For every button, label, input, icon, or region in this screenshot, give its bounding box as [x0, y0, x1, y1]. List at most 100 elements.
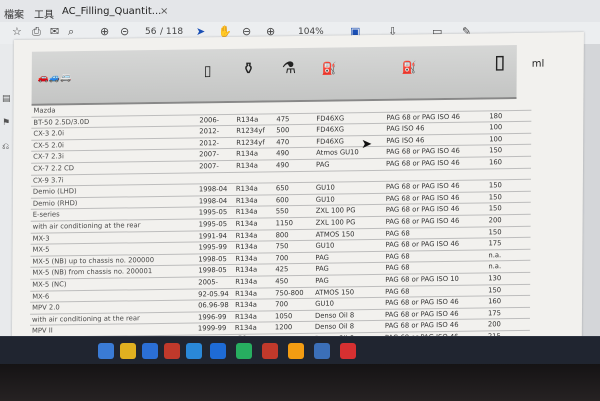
table-cell-qty: 490 [276, 161, 290, 170]
table-cell-qty: 600 [275, 195, 289, 205]
table-cell-model: CX-7 2.2 CD [33, 164, 75, 173]
table-cell-qty: 650 [275, 184, 289, 193]
print-icon[interactable]: ⎙ [32, 25, 41, 39]
table-cell-oil: PAG [315, 264, 329, 274]
table-cell-oil: GU10 [315, 299, 335, 308]
table-cell-ml: 100 [489, 123, 503, 132]
table-cell-ml: 175 [487, 308, 502, 318]
menu-tools[interactable]: 工具 [34, 6, 54, 21]
menu-bar: 檔案 工具 AC_Filling_Quantit... × [0, 0, 600, 22]
page-current[interactable]: 56 [145, 27, 156, 37]
table-cell-ref: R134a [234, 312, 257, 321]
table-cell-year: 2007- [199, 150, 219, 159]
table-cell-oil: GU10 [315, 241, 335, 250]
mail-icon[interactable]: ✉ [50, 25, 59, 38]
select-cursor-icon[interactable]: ➤ [196, 25, 205, 38]
table-cell-qty: 800 [275, 230, 289, 239]
table-cell-ref: R134a [236, 161, 258, 170]
taskbar-folder-icon[interactable] [120, 343, 136, 359]
table-cell-year: 1996-99 [198, 312, 227, 322]
table-cell-oil2: PAG 68 or PAG ISO 46 [385, 205, 460, 215]
table-cell-oil2: PAG ISO 46 [386, 136, 425, 145]
page-up-icon[interactable]: ⊕ [100, 25, 109, 38]
table-cell-year: 1998-04 [198, 196, 228, 206]
taskbar-app-icon[interactable] [164, 343, 180, 359]
taskbar-app-icon[interactable] [142, 343, 158, 359]
table-cell-ml: 150 [488, 204, 502, 213]
table-cell-ref: R134a [234, 323, 257, 333]
table-cell-oil: GU10 [315, 195, 335, 204]
table-cell-model: MX-5 (NB) from chassis no. 200001 [32, 267, 153, 278]
table-cell-oil2: PAG 68 or PAG ISO 46 [385, 297, 459, 307]
table-cell-oil2: PAG ISO 46 [386, 124, 425, 133]
bookmarks-icon[interactable]: ⚑ [2, 118, 10, 128]
attachments-icon[interactable]: ⎌ [2, 142, 9, 152]
table-cell-oil2: PAG 68 or PAG ISO 46 [385, 181, 460, 191]
table-cell-oil2: PAG 68 or PAG ISO 46 [384, 309, 459, 319]
table-cell-oil: ZXL 100 PG [315, 206, 356, 216]
table-cell-oil: FD46XG [316, 125, 345, 134]
page-down-icon[interactable]: ⊝ [120, 25, 129, 38]
table-cell-model: MX-3 [32, 234, 50, 243]
table-cell-oil: ATMOS 150 [315, 287, 355, 297]
taskbar-app-icon[interactable] [98, 343, 114, 359]
taskbar-app-icon[interactable] [288, 343, 304, 359]
taskbar-app-icon[interactable] [210, 343, 226, 359]
table-cell-model: Demio (LHD) [32, 187, 77, 196]
table-cell-ml: 180 [489, 111, 503, 120]
search-icon[interactable]: ⌕ [68, 25, 74, 39]
table-cell-qty: 700 [275, 300, 289, 309]
table-cell-model: CX-5 2.0i [33, 141, 64, 150]
table-cell-year: 1995-99 [198, 243, 227, 252]
table-cell-year: 2012- [199, 138, 220, 148]
table-cell-ref: R134a [235, 254, 258, 263]
table-cell-year: 2012- [199, 127, 220, 136]
ml-label: ml [531, 58, 545, 70]
table-cell-model: MX-5 (NB) up to chassis no. 200000 [32, 255, 155, 266]
table-cell-model: E-series [32, 210, 60, 220]
taskbar-app-icon[interactable] [262, 343, 278, 359]
monitor-bezel [0, 364, 600, 401]
acrobat-app-icon[interactable] [340, 343, 356, 359]
star-icon[interactable]: ☆ [12, 25, 22, 38]
bhs-oil-can-icon: ⛽ [401, 60, 417, 75]
table-cell-model: BT-50 2.5D/3.0D [33, 117, 90, 127]
line-app-icon[interactable] [236, 343, 252, 359]
table-cell-year: 1999-99 [197, 324, 227, 333]
car-icons: 🚗🚙🚐 [37, 73, 72, 84]
table-cell-model: MX-5 (NC) [32, 280, 67, 289]
table-cell-qty: 500 [276, 126, 290, 135]
table-cell-oil2: PAG 68 or PAG ISO 46 [386, 112, 461, 122]
table-cell-oil2: PAG 68 [385, 287, 410, 296]
table-cell-ref: R134a [236, 115, 259, 124]
table-cell-ml: 100 [489, 134, 503, 144]
table-cell-ml: 150 [489, 146, 503, 155]
table-cell-oil2: PAG 68 or PAG ISO 46 [384, 321, 459, 331]
table-cell-ml: 150 [488, 181, 502, 190]
table-cell-qty: 475 [276, 114, 290, 123]
table-cell-qty: 550 [275, 207, 289, 216]
table-cell-model: MX-5 [32, 245, 50, 254]
close-tab-icon[interactable]: × [160, 6, 168, 17]
table-cell-model: CX-3 2.0i [33, 129, 65, 138]
table-cell-oil: Atmos GU10 [316, 148, 359, 158]
table-cell-year: 1998-05 [198, 254, 227, 264]
menu-file[interactable]: 檔案 [4, 6, 24, 21]
table-cell-ref: R134a [235, 289, 258, 298]
table-cell-oil2: PAG 68 [385, 229, 410, 238]
taskbar-app-icon[interactable] [314, 343, 330, 359]
thumbnails-icon[interactable]: ▤ [2, 94, 11, 104]
table-cell-oil: FD46XG [316, 137, 344, 146]
table-cell-year: 06.96-98 [198, 301, 229, 310]
table-cell-year: 1998-05 [198, 266, 227, 275]
table-cell-ml: 175 [488, 239, 502, 248]
quantity-bottle-icon: ⚗ [281, 58, 297, 78]
table-cell-oil: Denso Oil 8 [314, 322, 355, 332]
table-cell-oil2: PAG 68 or PAG ISO 46 [385, 216, 460, 226]
taskbar [0, 336, 600, 367]
table-cell-year: 1991-94 [198, 231, 228, 240]
document-tab-title[interactable]: AC_Filling_Quantit... [62, 6, 161, 17]
taskbar-app-icon[interactable] [186, 343, 202, 359]
table-cell-model: CX-9 3.7i [32, 175, 64, 185]
date-icon: ▯ [203, 63, 212, 80]
